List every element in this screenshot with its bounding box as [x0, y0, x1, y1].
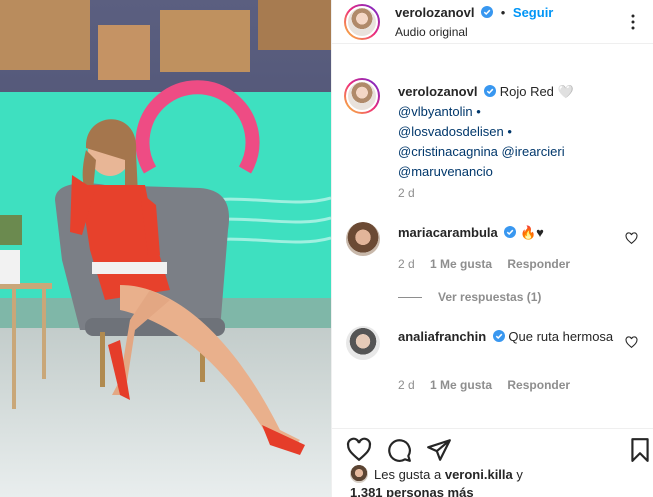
author-username[interactable]: verolozanovl [395, 5, 474, 20]
audio-link[interactable]: Audio original [395, 25, 468, 39]
comment-time: 2 d [398, 257, 415, 271]
caption-mention[interactable]: @vlbyantolin • [398, 102, 638, 122]
comment-author[interactable]: mariacarambula [398, 225, 498, 240]
bookmark-icon[interactable] [627, 437, 653, 463]
view-replies-button[interactable]: Ver respuestas (1) [398, 290, 541, 304]
post-header: verolozanovl • Seguir Audio original [332, 0, 653, 44]
more-options-icon[interactable] [624, 13, 642, 31]
commenter-avatar[interactable] [346, 326, 380, 360]
likes-summary: Les gusta a veroni.killa y 1,381 persona… [350, 465, 523, 497]
reply-button[interactable]: Responder [507, 257, 570, 271]
post-photo [0, 0, 331, 497]
author-avatar[interactable] [344, 4, 380, 40]
comment-like-icon[interactable] [625, 336, 638, 349]
verified-badge-icon [492, 330, 505, 342]
comment-body: mariacarambula 🔥♥ [398, 223, 618, 243]
caption-time: 2 d [398, 186, 415, 200]
verified-badge-icon [504, 226, 517, 238]
caption-avatar[interactable] [344, 78, 380, 114]
share-icon[interactable] [426, 437, 452, 463]
post-detail-panel: verolozanovl • Seguir Audio original ver… [331, 0, 653, 497]
comment-text: 🔥♥ [519, 225, 544, 240]
comment-likes[interactable]: 1 Me gusta [430, 257, 492, 271]
caption-mention[interactable]: @losvadosdelisen • [398, 122, 638, 142]
likes-count[interactable]: 1,381 personas más [350, 485, 474, 497]
comment-meta: 2 d 1 Me gusta Responder [398, 257, 582, 271]
comment-likes[interactable]: 1 Me gusta [430, 378, 492, 392]
liker-username[interactable]: veroni.killa [445, 467, 513, 482]
heart-icon[interactable] [346, 437, 372, 463]
caption: verolozanovl Rojo Red 🤍 @vlbyantolin • @… [398, 82, 638, 182]
comment-body: analiafranchin Que ruta hermosa [398, 327, 618, 347]
comments-list[interactable]: verolozanovl Rojo Red 🤍 @vlbyantolin • @… [332, 44, 653, 428]
reply-button[interactable]: Responder [507, 378, 570, 392]
verified-badge-icon [484, 85, 497, 97]
commenter-avatar[interactable] [346, 222, 380, 256]
comment-author[interactable]: analiafranchin [398, 329, 486, 344]
caption-mention[interactable]: @maruvenancio [398, 162, 638, 182]
verified-badge-icon [481, 6, 494, 18]
comment-meta: 2 d 1 Me gusta Responder [398, 378, 582, 392]
post-actions: Les gusta a veroni.killa y 1,381 persona… [332, 428, 653, 497]
separator-dot: • [500, 5, 506, 20]
replies-divider [398, 297, 422, 299]
caption-author[interactable]: verolozanovl [398, 84, 477, 99]
caption-text: Rojo Red 🤍 [499, 84, 574, 99]
author-line: verolozanovl • Seguir [395, 5, 553, 20]
comment-icon[interactable] [386, 437, 412, 463]
comment-time: 2 d [398, 378, 415, 392]
liker-avatar[interactable] [350, 465, 368, 483]
comment-like-icon[interactable] [625, 232, 638, 245]
post-media[interactable] [0, 0, 331, 497]
follow-button[interactable]: Seguir [513, 5, 553, 20]
caption-mention[interactable]: @cristinacagnina @irearcieri [398, 142, 638, 162]
comment-text: Que ruta hermosa [508, 329, 614, 344]
